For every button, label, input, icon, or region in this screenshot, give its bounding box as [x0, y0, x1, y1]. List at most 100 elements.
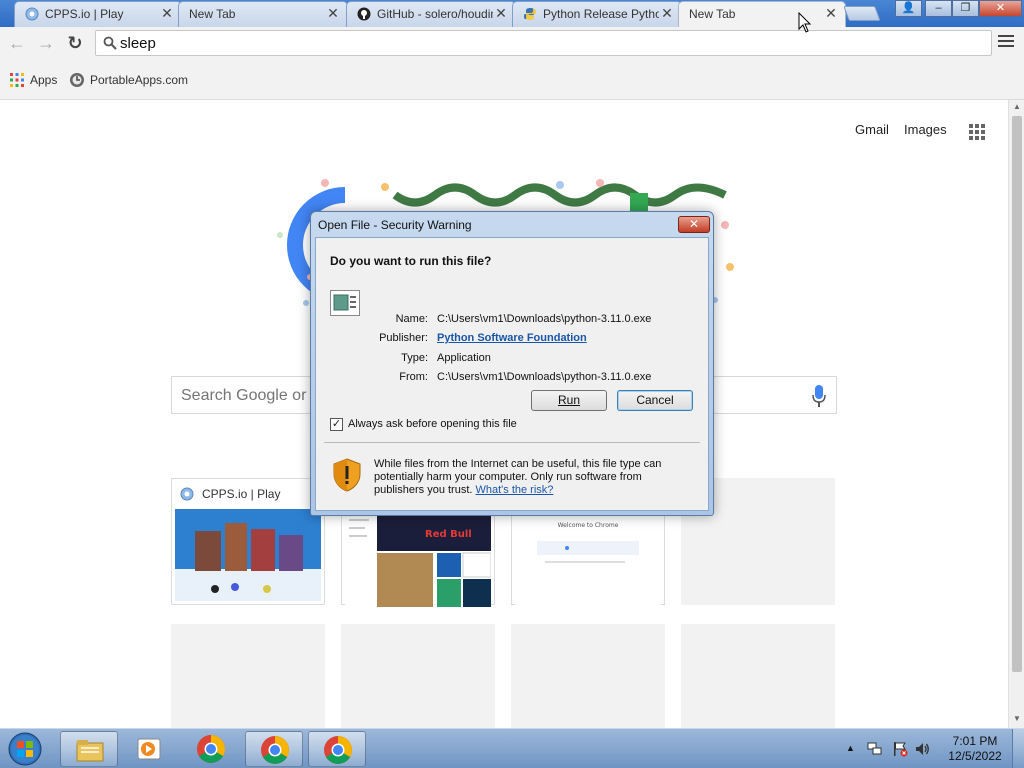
security-warning-dialog: Open File - Security Warning ✕ Do you wa… — [310, 211, 714, 516]
bookmark-apps[interactable]: Apps — [9, 72, 69, 90]
chrome-icon — [324, 736, 352, 764]
chrome-icon — [261, 736, 289, 764]
type-label: Type: — [401, 352, 428, 364]
forward-button[interactable]: → — [35, 32, 57, 54]
tab-title: Python Release Python — [543, 7, 659, 21]
cpps-icon — [25, 7, 39, 21]
always-ask-label[interactable]: Always ask before opening this file — [348, 418, 517, 430]
bookmark-label: PortableApps.com — [90, 73, 189, 87]
github-icon — [357, 7, 371, 21]
tab-python[interactable]: Python Release Python ✕ — [512, 1, 682, 27]
new-tab-button[interactable] — [843, 6, 881, 21]
search-icon — [103, 36, 117, 50]
scroll-up-arrow[interactable]: ▲ — [1013, 102, 1021, 111]
user-profile-button[interactable]: 👤 — [895, 0, 922, 17]
dialog-question: Do you want to run this file? — [330, 254, 492, 268]
tab-close-icon[interactable]: ✕ — [495, 5, 507, 22]
tab-new-tab-1[interactable]: New Tab ✕ — [178, 1, 348, 27]
svg-text:Red Bull: Red Bull — [425, 529, 472, 540]
page-scrollbar[interactable]: ▲ ▼ — [1008, 100, 1024, 728]
publisher-link[interactable]: Python Software Foundation — [437, 332, 587, 344]
portableapps-icon — [70, 73, 84, 87]
taskbar-chrome-1[interactable] — [182, 731, 240, 767]
dialog-close-button[interactable]: ✕ — [678, 216, 710, 233]
always-ask-checkbox[interactable]: ✓ — [330, 418, 343, 431]
welcome-thumb-text: Welcome to Chrome — [558, 522, 619, 529]
taskbar-media-player[interactable] — [120, 731, 178, 767]
chrome-icon — [197, 735, 225, 763]
tab-title: CPPS.io | Play — [45, 7, 124, 21]
from-value: C:\Users\vm1\Downloads\python-3.11.0.exe — [437, 371, 652, 383]
chrome-menu-button[interactable] — [998, 35, 1014, 51]
mouse-cursor-icon — [798, 12, 812, 33]
tile-thumbnail: Red Bull — [345, 515, 491, 607]
browser-toolbar: ← → ↻ — [0, 27, 1024, 60]
system-tray: ▲ 7:01 PM 12/5/2022 — [840, 729, 1024, 768]
volume-icon[interactable] — [914, 741, 930, 757]
tab-strip: CPPS.io | Play ✕ New Tab ✕ GitHub - sole… — [0, 0, 1024, 28]
tab-close-icon[interactable]: ✕ — [661, 5, 673, 22]
dialog-divider — [324, 442, 700, 443]
taskbar-chrome-3[interactable] — [308, 731, 366, 767]
from-label: From: — [399, 371, 428, 383]
dialog-title: Open File - Security Warning — [318, 218, 472, 232]
tab-cpps[interactable]: CPPS.io | Play ✕ — [14, 1, 182, 27]
shield-warning-icon — [333, 458, 361, 492]
bookmarks-bar: Apps PortableApps.com — [0, 60, 1024, 100]
tab-title: New Tab — [189, 7, 236, 21]
apps-grid-icon — [10, 73, 24, 87]
cancel-label: Cancel — [636, 393, 674, 407]
taskbar-explorer[interactable] — [60, 731, 118, 767]
type-value: Application — [437, 352, 491, 364]
show-desktop-button[interactable] — [1012, 729, 1024, 768]
address-input[interactable] — [120, 33, 980, 53]
bookmark-portableapps[interactable]: PortableApps.com — [69, 72, 199, 90]
most-visited-tile-empty — [171, 624, 325, 728]
images-link[interactable]: Images — [904, 122, 947, 137]
application-file-icon — [330, 290, 360, 316]
run-button[interactable]: Run — [531, 390, 607, 411]
back-button[interactable]: ← — [6, 32, 28, 54]
tab-title: GitHub - solero/houdini — [377, 7, 493, 21]
dialog-body: Do you want to run this file? Name: C:\U… — [315, 237, 709, 511]
scrollbar-thumb[interactable] — [1012, 116, 1022, 672]
start-button-icon[interactable] — [4, 731, 46, 767]
tab-close-icon[interactable]: ✕ — [825, 5, 837, 22]
show-hidden-icons-button[interactable]: ▲ — [846, 743, 862, 759]
cpps-thumbnail — [175, 509, 321, 601]
most-visited-tile-empty — [511, 624, 665, 728]
clock-time: 7:01 PM — [952, 734, 998, 748]
publisher-label: Publisher: — [379, 332, 428, 344]
name-label: Name: — [395, 313, 428, 325]
media-player-icon — [137, 738, 161, 760]
restore-button[interactable]: ❐ — [952, 0, 979, 17]
name-value: C:\Users\vm1\Downloads\python-3.11.0.exe — [437, 313, 652, 325]
tile-thumbnail: Welcome to Chrome — [515, 515, 661, 607]
bookmark-label: Apps — [30, 73, 58, 87]
scroll-down-arrow[interactable]: ▼ — [1013, 714, 1021, 723]
cancel-button[interactable]: Cancel — [617, 390, 693, 411]
system-clock[interactable]: 7:01 PM 12/5/2022 — [940, 734, 1010, 764]
whats-the-risk-link[interactable]: What's the risk? — [476, 484, 554, 496]
tab-close-icon[interactable]: ✕ — [327, 5, 339, 22]
clock-date: 12/5/2022 — [948, 749, 1002, 763]
gmail-link[interactable]: Gmail — [855, 122, 889, 137]
most-visited-tile-cpps[interactable]: CPPS.io | Play — [171, 478, 325, 605]
address-bar[interactable] — [95, 30, 992, 56]
windows-taskbar: ▲ 7:01 PM 12/5/2022 — [0, 728, 1024, 768]
reload-button[interactable]: ↻ — [64, 32, 86, 54]
most-visited-tile-empty — [341, 624, 495, 728]
tile-header: CPPS.io | Play — [180, 487, 320, 503]
microphone-icon[interactable] — [812, 385, 826, 407]
tab-new-tab-active[interactable]: New Tab ✕ — [678, 1, 846, 28]
network-icon[interactable] — [867, 741, 883, 757]
tab-close-icon[interactable]: ✕ — [161, 5, 173, 22]
taskbar-chrome-2[interactable] — [245, 731, 303, 767]
window-close-button[interactable]: ✕ — [979, 0, 1022, 17]
google-apps-icon[interactable] — [969, 124, 985, 140]
action-center-flag-icon[interactable] — [892, 741, 908, 757]
warning-message: While files from the Internet can be use… — [374, 458, 692, 497]
minimize-button[interactable]: – — [925, 0, 952, 17]
tab-github[interactable]: GitHub - solero/houdini ✕ — [346, 1, 516, 27]
run-label: Run — [557, 393, 580, 407]
